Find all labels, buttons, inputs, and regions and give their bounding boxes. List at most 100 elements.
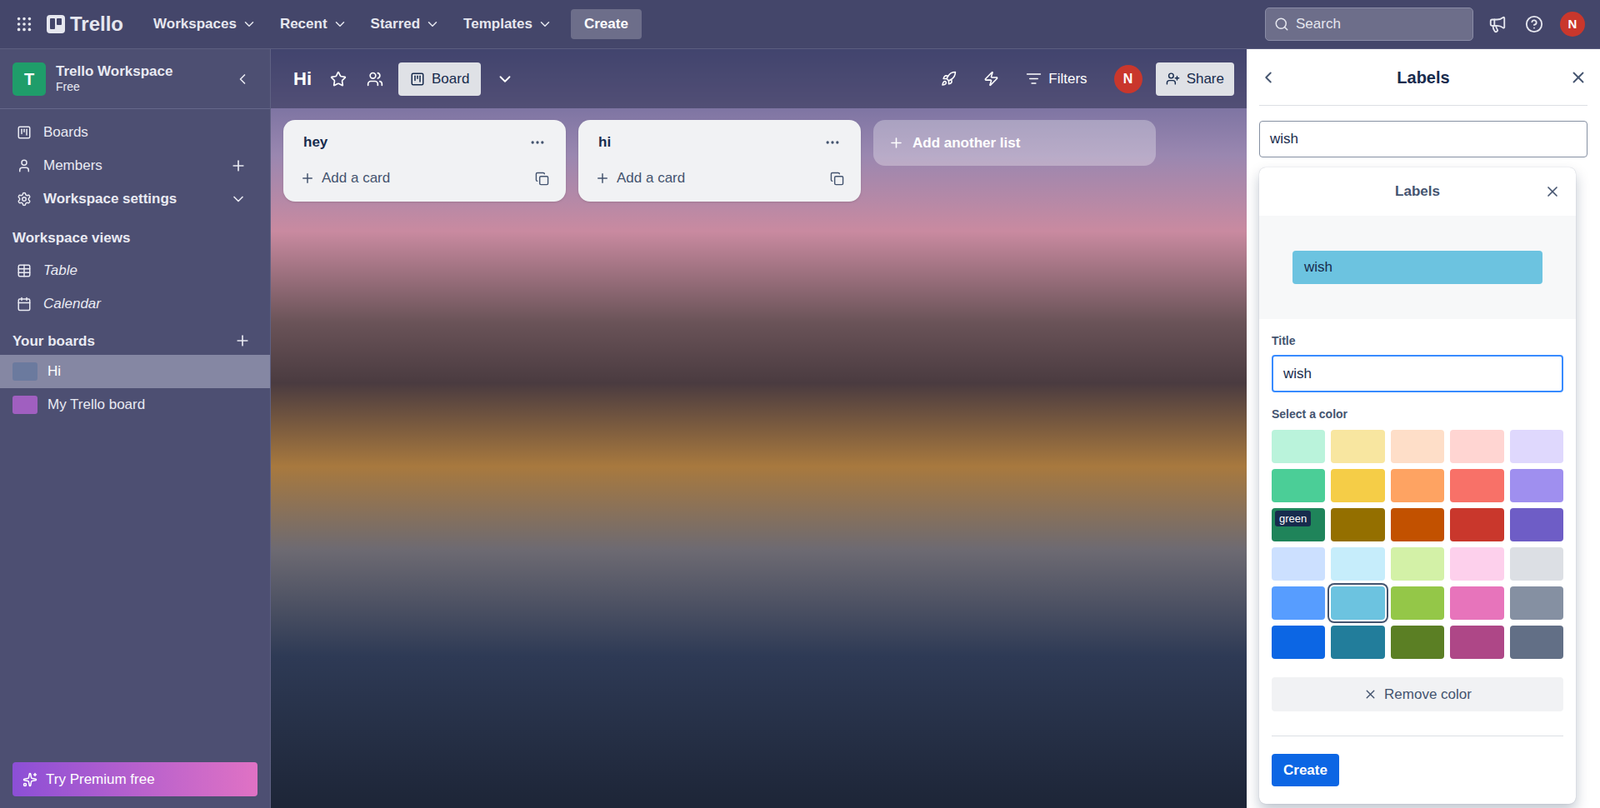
add-list-button[interactable]: Add another list [873, 120, 1156, 166]
color-swatch[interactable] [1450, 586, 1504, 620]
color-swatch[interactable] [1271, 586, 1325, 620]
color-swatch[interactable] [1510, 625, 1564, 660]
add-card-button[interactable]: Add a card [616, 167, 685, 190]
search-input[interactable]: Search [1265, 7, 1474, 41]
nav-menu[interactable]: Starred [359, 6, 453, 42]
chevron-down-icon[interactable] [495, 70, 515, 89]
list-title[interactable]: hi [598, 131, 611, 154]
collapse-icon[interactable] [234, 70, 251, 88]
label-search-input[interactable]: wish [1259, 120, 1588, 158]
color-swatch[interactable] [1450, 625, 1504, 660]
color-swatch[interactable] [1390, 547, 1445, 581]
share-icon [1165, 71, 1180, 86]
trello-logo[interactable]: Trello [46, 9, 124, 40]
color-swatch[interactable] [1390, 430, 1445, 464]
chevron-down-icon [537, 16, 553, 32]
table-icon [16, 263, 32, 279]
chevron-down-icon [332, 16, 348, 32]
sidebar-item[interactable]: Boards [0, 115, 270, 150]
chevron-down-icon [425, 16, 440, 32]
template-icon[interactable] [830, 171, 845, 186]
back-icon[interactable] [1259, 68, 1278, 87]
member-avatar[interactable]: N [1114, 65, 1143, 94]
color-swatch[interactable] [1330, 625, 1385, 660]
title-input[interactable]: wish [1271, 355, 1564, 393]
premium-button[interactable]: Try Premium free [12, 762, 258, 797]
create-label-button[interactable]: Create [1271, 754, 1340, 787]
color-swatch[interactable] [1330, 547, 1385, 581]
board-list[interactable]: hey Add a card [283, 120, 566, 202]
remove-color-button[interactable]: Remove color [1271, 677, 1564, 712]
color-swatch[interactable] [1390, 508, 1445, 542]
view-item[interactable]: Calendar [0, 287, 270, 321]
chevron-down-icon [241, 16, 257, 32]
star-icon[interactable] [330, 70, 347, 88]
section-title: Workspace views [0, 215, 270, 255]
color-swatch[interactable] [1271, 547, 1325, 581]
color-swatch[interactable] [1510, 469, 1564, 503]
plus-icon[interactable] [230, 157, 247, 175]
color-swatch[interactable] [1330, 430, 1385, 464]
color-swatch[interactable] [1330, 586, 1385, 620]
add-card-button[interactable]: Add a card [321, 167, 390, 190]
color-swatch[interactable] [1450, 430, 1504, 464]
color-swatch[interactable] [1271, 469, 1325, 503]
search-icon [1274, 16, 1290, 32]
power-ups-icon[interactable] [940, 70, 957, 87]
nav-menu[interactable]: Recent [268, 6, 360, 42]
sidebar: TTrello WorkspaceFreeBoardsMembersWorksp… [0, 49, 271, 808]
color-swatch[interactable] [1271, 625, 1325, 660]
help-icon[interactable] [1525, 15, 1544, 34]
color-swatch[interactable] [1510, 508, 1564, 542]
user-avatar[interactable]: N [1560, 11, 1585, 37]
board-item[interactable]: Hi [0, 355, 270, 389]
color-tooltip: green [1275, 510, 1311, 527]
color-swatch[interactable] [1390, 625, 1445, 660]
share-button[interactable]: Share [1155, 62, 1235, 96]
board-title[interactable]: Hi [283, 65, 322, 93]
nav-menu[interactable]: Templates [451, 6, 565, 42]
color-swatch[interactable] [1330, 469, 1385, 503]
board: HiBoardFiltersNShareheyAdd a cardhiAdd a… [270, 49, 1247, 808]
x-icon [1363, 687, 1378, 702]
color-swatch[interactable] [1510, 547, 1564, 581]
view-switcher[interactable]: Board [398, 62, 481, 96]
color-swatch[interactable] [1450, 469, 1504, 503]
create-button[interactable]: Create [570, 9, 642, 40]
section-title: Your boards [12, 330, 95, 353]
settings-icon [16, 191, 32, 207]
panel-title: Labels [1396, 65, 1450, 90]
filters-button[interactable]: Filters [1025, 68, 1087, 90]
color-swatch[interactable] [1450, 508, 1504, 542]
color-swatch[interactable] [1510, 586, 1564, 620]
label-preview: wish [1292, 250, 1543, 285]
color-swatch[interactable] [1271, 430, 1325, 464]
lists-area: heyAdd a cardhiAdd a cardAdd another lis… [270, 108, 1247, 202]
list-title[interactable]: hey [303, 131, 328, 154]
color-swatch[interactable]: green [1271, 508, 1325, 542]
close-icon[interactable] [1544, 183, 1561, 200]
color-swatch[interactable] [1510, 430, 1564, 464]
color-swatch[interactable] [1390, 586, 1445, 620]
color-swatch[interactable] [1450, 547, 1504, 581]
template-icon[interactable] [535, 171, 550, 186]
chevron-down-icon[interactable] [230, 190, 247, 208]
more-icon[interactable] [824, 134, 841, 151]
close-icon[interactable] [1569, 68, 1588, 87]
trello-logo-icon [46, 15, 65, 34]
more-icon[interactable] [529, 134, 546, 151]
board-item[interactable]: My Trello board [0, 388, 270, 422]
nav-menu[interactable]: Workspaces [141, 6, 269, 42]
color-swatch[interactable] [1330, 508, 1385, 542]
plus-icon[interactable] [234, 332, 251, 350]
sidebar-item[interactable]: Workspace settings [0, 182, 270, 216]
megaphone-icon[interactable] [1488, 15, 1507, 34]
view-item[interactable]: Table [0, 254, 270, 288]
color-swatch[interactable] [1390, 469, 1445, 503]
automation-icon[interactable] [983, 70, 1000, 87]
workspace-header[interactable]: TTrello WorkspaceFree [0, 49, 270, 110]
apps-icon[interactable] [15, 15, 34, 34]
board-list[interactable]: hiAdd a card [578, 120, 861, 202]
sidebar-item[interactable]: Members [0, 149, 270, 183]
visibility-icon[interactable] [366, 70, 384, 88]
